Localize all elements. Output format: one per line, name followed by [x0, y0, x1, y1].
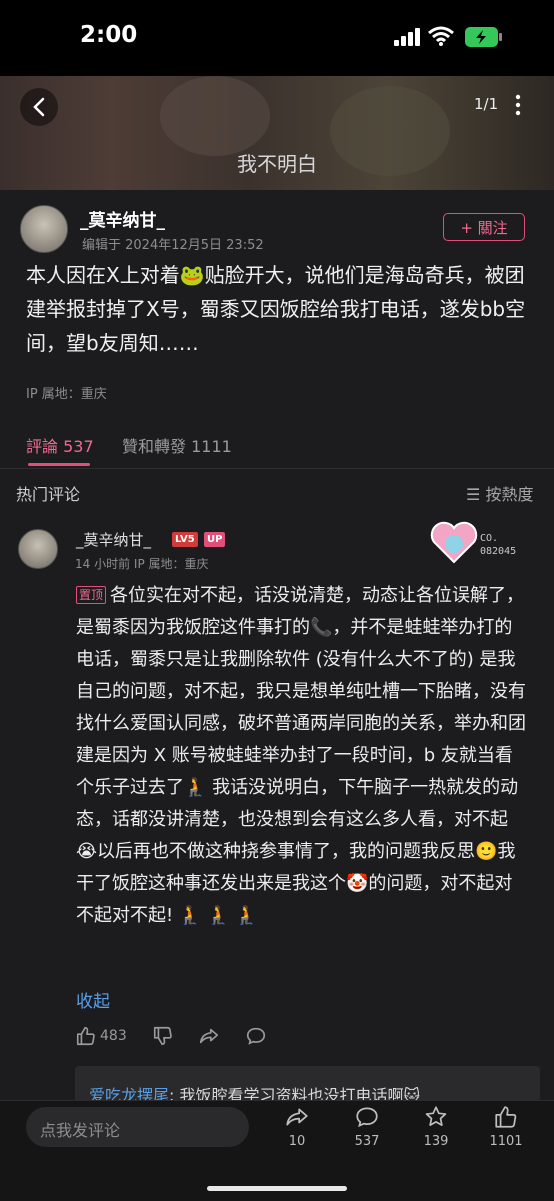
sort-button[interactable]: ☰ 按熱度 — [466, 481, 533, 505]
collapse-link[interactable]: 收起 — [76, 987, 110, 1012]
more-button[interactable] — [508, 92, 528, 118]
post-text: 本人因在X上对着🐸贴脸开大，说他们是海岛奇兵，被团建举报封掉了X号，蜀黍又因饭腔… — [26, 263, 526, 355]
comment-body: 各位实在对不起，话没说清楚，动态让各位误解了，是蜀黍因为我饭腔这件事打的📞，并不… — [76, 585, 526, 926]
author-name[interactable]: _莫辛纳甘_ — [80, 206, 165, 231]
home-indicator — [207, 1186, 347, 1191]
divider — [0, 468, 554, 469]
pinned-badge: 置顶 — [76, 586, 107, 604]
share-icon — [286, 1108, 308, 1126]
comment-avatar[interactable] — [18, 529, 58, 569]
comment-dislike-button[interactable] — [152, 1024, 174, 1048]
tab-likes-reposts[interactable]: 贊和轉發 1111 — [122, 433, 232, 457]
active-tab-indicator — [28, 463, 90, 466]
battery-icon — [465, 27, 502, 47]
like-count: 1101 — [489, 1134, 523, 1149]
comment-share-button[interactable] — [198, 1024, 220, 1048]
signal-icon — [394, 28, 420, 46]
comment-button[interactable]: 537 — [343, 1104, 391, 1149]
thumb-down-icon — [153, 1026, 172, 1046]
comment-reply-button[interactable] — [245, 1024, 267, 1048]
image-counter: 1/1 — [474, 95, 499, 113]
favorite-button[interactable]: 139 — [412, 1104, 460, 1149]
up-badge: UP — [204, 532, 226, 547]
comment-like-count: 483 — [100, 1028, 127, 1044]
decoration-label: CO. 082045 — [480, 533, 517, 557]
follow-button[interactable]: + 關注 — [443, 213, 525, 241]
level-badge: LV5 — [172, 532, 198, 547]
author-avatar[interactable] — [20, 205, 68, 253]
sort-icon: ☰ — [466, 485, 481, 504]
sort-label: 按熱度 — [485, 485, 534, 504]
wifi-icon — [428, 26, 454, 46]
like-button[interactable]: 1101 — [482, 1104, 530, 1149]
thumb-up-icon — [76, 1026, 95, 1046]
status-time: 2:00 — [80, 22, 138, 48]
comment-like-button[interactable]: 483 — [75, 1024, 127, 1048]
comment-username[interactable]: _莫辛纳甘_ — [76, 529, 151, 550]
image-subtitle: 我不明白 — [237, 152, 317, 176]
back-button[interactable] — [20, 88, 58, 126]
star-icon — [425, 1106, 447, 1126]
share-icon — [199, 1028, 219, 1044]
back-icon — [33, 97, 45, 117]
share-button[interactable]: 10 — [273, 1104, 321, 1149]
image-detail — [160, 76, 270, 156]
more-icon — [515, 94, 521, 116]
post-ip-location: IP 属地：重庆 — [26, 387, 107, 402]
hot-comments-label: 热门评论 — [16, 485, 81, 504]
edit-time: 编辑于 2024年12月5日 23:52 — [82, 238, 264, 253]
comment-meta: 14 小时前 IP 属地：重庆 — [75, 557, 209, 571]
comment-icon — [356, 1107, 378, 1128]
heart-decoration-icon — [430, 521, 478, 564]
comment-input-placeholder: 点我发评论 — [40, 1121, 121, 1140]
comment-text: 置顶 各位实在对不起，话没说清楚，动态让各位误解了，是蜀黍因为我饭腔这件事打的📞，… — [76, 580, 526, 932]
thumb-up-icon — [495, 1106, 517, 1128]
comment-icon — [246, 1027, 266, 1045]
share-count: 10 — [288, 1134, 306, 1149]
comment-input[interactable]: 点我发评论 — [26, 1107, 249, 1147]
comment-count: 537 — [354, 1134, 380, 1149]
favorite-count: 139 — [423, 1134, 449, 1149]
tab-comments[interactable]: 評論 537 — [26, 433, 94, 457]
